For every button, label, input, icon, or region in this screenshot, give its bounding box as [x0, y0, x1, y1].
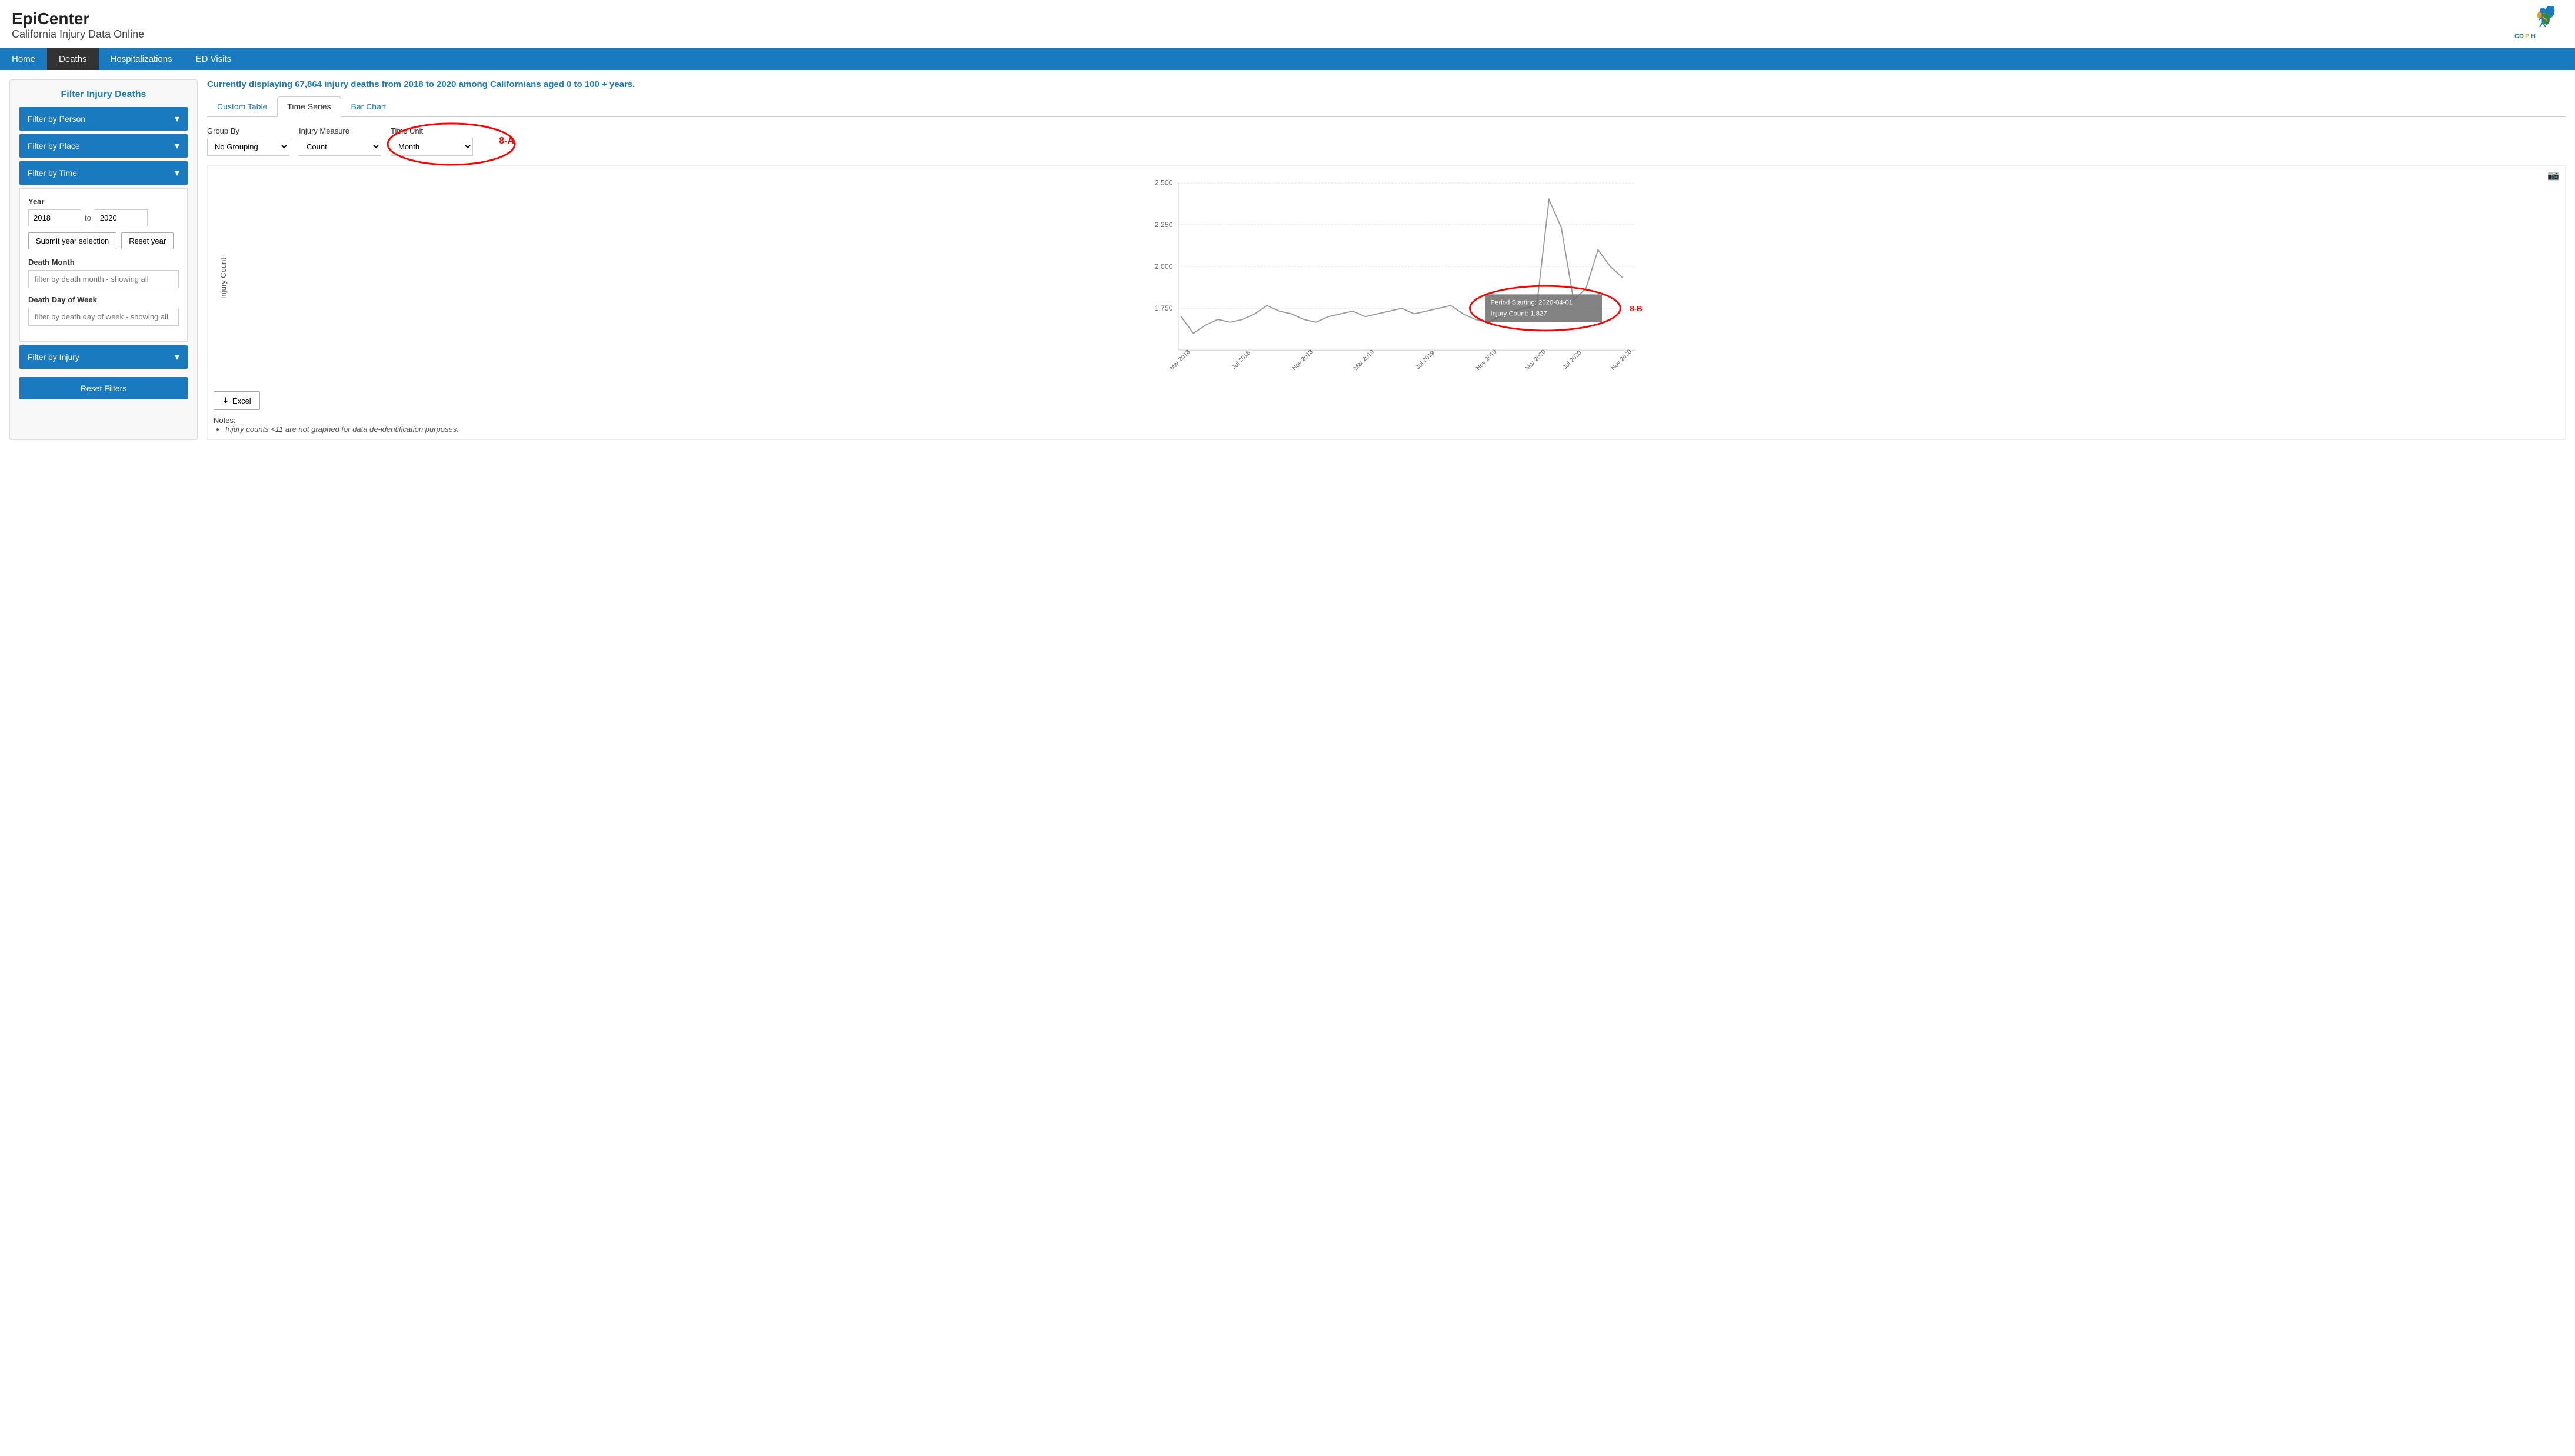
chevron-down-icon: ▾: [175, 140, 179, 152]
time-unit-control: Time Unit Month Quarter Year 8-A: [391, 126, 473, 156]
tab-time-series[interactable]: Time Series: [277, 96, 341, 117]
svg-text:2,250: 2,250: [1155, 221, 1173, 229]
year-from-input[interactable]: [28, 209, 81, 226]
group-by-select[interactable]: No Grouping: [207, 138, 289, 156]
app-subtitle: California Injury Data Online: [12, 28, 144, 41]
nav-ed-visits[interactable]: ED Visits: [184, 48, 244, 70]
svg-text:Jul 2019: Jul 2019: [1415, 349, 1436, 371]
death-dow-label: Death Day of Week: [28, 295, 179, 304]
chevron-down-icon: ▾: [175, 351, 179, 363]
svg-text:Nov 2019: Nov 2019: [1475, 349, 1498, 372]
svg-text:2,500: 2,500: [1155, 179, 1173, 187]
submit-year-button[interactable]: Submit year selection: [28, 232, 116, 249]
svg-text:Mar 2019: Mar 2019: [1353, 349, 1375, 372]
annotation-8a-label: 8-A: [499, 136, 514, 146]
tab-bar-chart[interactable]: Bar Chart: [341, 96, 397, 116]
reset-filters-button[interactable]: Reset Filters: [19, 377, 188, 399]
year-range-row: to: [28, 209, 179, 226]
svg-text:Jul 2018: Jul 2018: [1231, 349, 1252, 371]
filter-injury-btn[interactable]: Filter by Injury ▾: [19, 345, 188, 369]
svg-text:Jul 2020: Jul 2020: [1562, 349, 1583, 371]
svg-text:Nov 2018: Nov 2018: [1291, 349, 1314, 372]
main-container: Filter Injury Deaths Filter by Person ▾ …: [0, 70, 2575, 449]
notes-section: Notes: Injury counts <11 are not graphed…: [214, 416, 2559, 434]
logo-area: C D P H: [2513, 6, 2563, 44]
nav-hospitalizations[interactable]: Hospitalizations: [99, 48, 184, 70]
svg-text:Injury Count: 1,827: Injury Count: 1,827: [1491, 310, 1547, 317]
death-month-input[interactable]: [28, 270, 179, 288]
svg-text:C: C: [2514, 33, 2519, 40]
year-button-row: Submit year selection Reset year: [28, 232, 179, 249]
svg-text:Period Starting: 2020-04-01: Period Starting: 2020-04-01: [1491, 299, 1573, 306]
header: EpiCenter California Injury Data Online …: [0, 0, 2575, 48]
svg-text:2,000: 2,000: [1155, 262, 1173, 271]
filter-time-section: Year to Submit year selection Reset year…: [19, 188, 188, 342]
svg-text:P: P: [2525, 33, 2529, 40]
download-icon: ⬇: [222, 396, 229, 405]
svg-text:Mar 2018: Mar 2018: [1169, 349, 1192, 372]
chart-svg: 2,500 2,250 2,000 1,750 Period Starting:…: [232, 172, 2559, 384]
svg-text:8-B: 8-B: [1630, 304, 1642, 313]
time-unit-label: Time Unit: [391, 126, 473, 135]
nav-home[interactable]: Home: [0, 48, 47, 70]
chart-area: 2,500 2,250 2,000 1,750 Period Starting:…: [232, 172, 2559, 385]
notes-header: Notes:: [214, 416, 236, 425]
injury-measure-label: Injury Measure: [299, 126, 381, 135]
excel-button[interactable]: ⬇ Excel: [214, 391, 260, 410]
y-axis-label-container: Injury Count: [214, 172, 232, 385]
injury-measure-control: Injury Measure Count: [299, 126, 381, 156]
controls-row: Group By No Grouping Injury Measure Coun…: [207, 126, 2566, 156]
filter-person-btn[interactable]: Filter by Person ▾: [19, 107, 188, 131]
cdph-logo: C D P H: [2513, 6, 2563, 44]
filter-place-btn[interactable]: Filter by Place ▾: [19, 134, 188, 158]
display-text: Currently displaying 67,864 injury death…: [207, 79, 2566, 89]
note-item: Injury counts <11 are not graphed for da…: [225, 425, 2559, 434]
svg-text:1,750: 1,750: [1155, 304, 1173, 312]
group-by-control: Group By No Grouping: [207, 126, 289, 156]
svg-text:Nov 2020: Nov 2020: [1610, 349, 1633, 372]
svg-text:H: H: [2531, 33, 2536, 40]
nav-deaths[interactable]: Deaths: [47, 48, 99, 70]
main-nav: Home Deaths Hospitalizations ED Visits: [0, 48, 2575, 70]
tab-custom-table[interactable]: Custom Table: [207, 96, 277, 116]
header-title: EpiCenter California Injury Data Online: [12, 9, 144, 41]
svg-text:D: D: [2519, 33, 2524, 40]
content-area: Currently displaying 67,864 injury death…: [207, 79, 2566, 440]
svg-text:Mar 2020: Mar 2020: [1524, 349, 1547, 372]
group-by-label: Group By: [207, 126, 289, 135]
death-dow-input[interactable]: [28, 308, 179, 326]
year-label: Year: [28, 197, 179, 206]
year-to-input[interactable]: [95, 209, 148, 226]
to-label: to: [85, 214, 91, 222]
filter-time-btn[interactable]: Filter by Time ▾: [19, 161, 188, 185]
y-axis-label: Injury Count: [219, 258, 228, 299]
app-title: EpiCenter: [12, 9, 144, 28]
chevron-down-icon: ▾: [175, 113, 179, 125]
sidebar: Filter Injury Deaths Filter by Person ▾ …: [9, 79, 198, 440]
tabs: Custom Table Time Series Bar Chart: [207, 96, 2566, 117]
sidebar-title: Filter Injury Deaths: [19, 89, 188, 100]
injury-measure-select[interactable]: Count: [299, 138, 381, 156]
chart-wrapper: 📷 Injury Count 2,500 2,250: [207, 165, 2566, 440]
reset-year-button[interactable]: Reset year: [121, 232, 174, 249]
time-unit-select[interactable]: Month Quarter Year: [391, 138, 473, 156]
death-month-label: Death Month: [28, 258, 179, 266]
chart-with-ylabel: Injury Count 2,500 2,250 2,000: [214, 172, 2559, 385]
chevron-down-icon: ▾: [175, 167, 179, 179]
